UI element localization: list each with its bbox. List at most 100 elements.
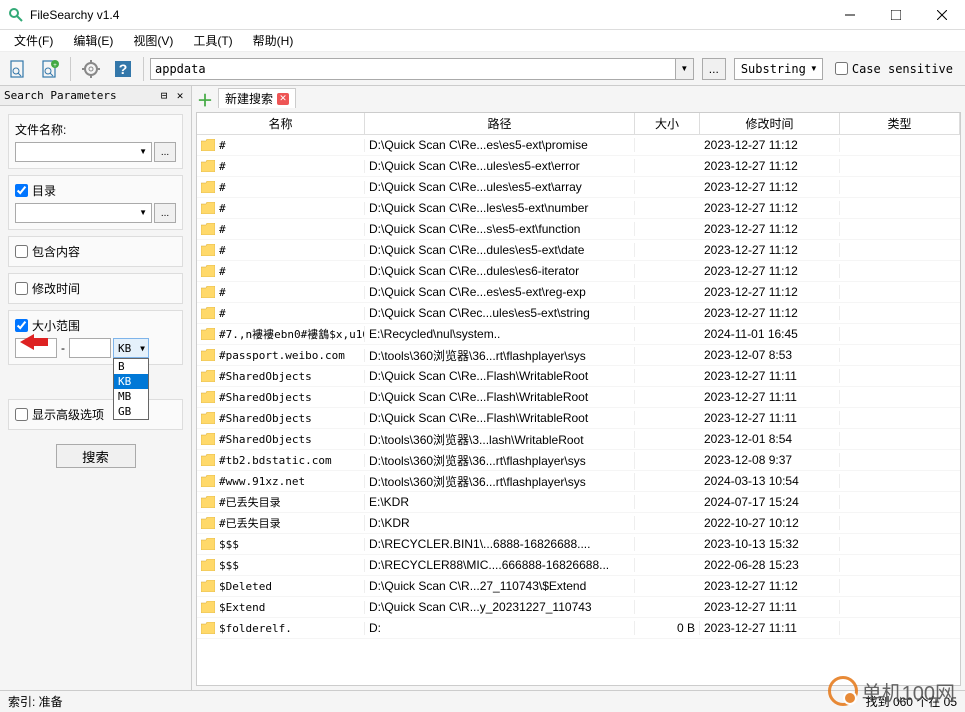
case-sensitive-checkbox[interactable]: Case sensitive: [835, 62, 953, 76]
table-row[interactable]: $DeletedD:\Quick Scan C\R...27_110743\$E…: [197, 576, 960, 597]
close-tab-icon[interactable]: ✕: [277, 93, 289, 105]
table-row[interactable]: #D:\Quick Scan C\Rec...ules\es5-ext\stri…: [197, 303, 960, 324]
table-row[interactable]: $ExtendD:\Quick Scan C\R...y_20231227_11…: [197, 597, 960, 618]
search-parameters-panel: Search Parameters ⊟ ✕ 文件名称: ... 目录: [0, 86, 192, 690]
filename-browse-button[interactable]: ...: [154, 142, 176, 162]
cell-date: 2023-12-27 11:11: [700, 411, 840, 425]
column-path[interactable]: 路径: [365, 113, 635, 134]
cell-date: 2023-12-27 11:11: [700, 390, 840, 404]
watermark: 单机100网: [828, 676, 955, 706]
unit-option-b[interactable]: B: [114, 359, 148, 374]
include-content-checkbox[interactable]: 包含内容: [15, 243, 176, 260]
close-button[interactable]: [919, 0, 965, 30]
directory-combo[interactable]: [15, 203, 152, 223]
filename-combo[interactable]: [15, 142, 152, 162]
menubar: 文件(F) 编辑(E) 视图(V) 工具(T) 帮助(H): [0, 30, 965, 52]
size-range-checkbox[interactable]: 大小范围: [15, 317, 176, 334]
svg-text:+: +: [53, 63, 57, 69]
cell-name: #: [197, 223, 365, 236]
cell-date: 2023-12-27 11:12: [700, 579, 840, 593]
table-row[interactable]: #D:\Quick Scan C\Re...les\es5-ext\number…: [197, 198, 960, 219]
column-type[interactable]: 类型: [840, 113, 960, 134]
table-row[interactable]: #tb2.bdstatic.comD:\tools\360浏览器\36...rt…: [197, 450, 960, 471]
table-row[interactable]: #D:\Quick Scan C\Re...dules\es5-ext\date…: [197, 240, 960, 261]
menu-tools[interactable]: 工具(T): [183, 30, 242, 51]
gear-icon-button[interactable]: [77, 55, 105, 83]
show-advanced-checkbox[interactable]: 显示高级选项: [15, 406, 176, 423]
cell-name: #7.,n褸褸ebn0#褸鵨$x,u16: [197, 326, 365, 342]
statusbar: 索引: 准备 找到 060 个在 05: [0, 690, 965, 712]
unit-option-kb[interactable]: KB: [114, 374, 148, 389]
help-icon-button[interactable]: ?: [109, 55, 137, 83]
table-row[interactable]: $folderelf.D:0 B2023-12-27 11:11: [197, 618, 960, 639]
table-body[interactable]: #D:\Quick Scan C\Re...es\es5-ext\promise…: [197, 135, 960, 685]
table-row[interactable]: $$$D:\RECYCLER.BIN1\...6888-16826688....…: [197, 534, 960, 555]
new-search-icon-button[interactable]: +: [36, 55, 64, 83]
table-row[interactable]: $$$D:\RECYCLER88\MIC....666888-16826688.…: [197, 555, 960, 576]
column-name[interactable]: 名称: [197, 113, 365, 134]
modify-time-checkbox[interactable]: 修改时间: [15, 280, 176, 297]
cell-path: D:\tools\360浏览器\36...rt\flashplayer\sys: [365, 347, 635, 364]
size-unit-select[interactable]: KB: [113, 338, 149, 358]
cell-path: D:\tools\360浏览器\3...lash\WritableRoot: [365, 431, 635, 448]
search-icon-button[interactable]: [4, 55, 32, 83]
table-row[interactable]: #passport.weibo.comD:\tools\360浏览器\36...…: [197, 345, 960, 366]
table-row[interactable]: #D:\Quick Scan C\Re...es\es5-ext\promise…: [197, 135, 960, 156]
close-panel-icon[interactable]: ✕: [173, 89, 187, 103]
search-options-button[interactable]: ...: [702, 58, 726, 80]
cell-path: D:\Quick Scan C\Re...s\es5-ext\function: [365, 222, 635, 236]
table-row[interactable]: #D:\Quick Scan C\Re...es\es5-ext\reg-exp…: [197, 282, 960, 303]
table-row[interactable]: #SharedObjectsD:\Quick Scan C\Re...Flash…: [197, 387, 960, 408]
table-row[interactable]: #SharedObjectsD:\Quick Scan C\Re...Flash…: [197, 408, 960, 429]
menu-file[interactable]: 文件(F): [4, 30, 63, 51]
table-row[interactable]: #SharedObjectsD:\tools\360浏览器\3...lash\W…: [197, 429, 960, 450]
directory-browse-button[interactable]: ...: [154, 203, 176, 223]
minimize-button[interactable]: [827, 0, 873, 30]
tab-new-search[interactable]: 新建搜索 ✕: [218, 88, 296, 108]
size-min-input[interactable]: [15, 338, 57, 358]
table-row[interactable]: #www.91xz.netD:\tools\360浏览器\36...rt\fla…: [197, 471, 960, 492]
menu-view[interactable]: 视图(V): [123, 30, 183, 51]
search-input[interactable]: [150, 58, 676, 80]
menu-help[interactable]: 帮助(H): [243, 30, 304, 51]
table-row[interactable]: #D:\Quick Scan C\Re...ules\es5-ext\array…: [197, 177, 960, 198]
column-date[interactable]: 修改时间: [700, 113, 840, 134]
maximize-button[interactable]: [873, 0, 919, 30]
cell-path: D:\Quick Scan C\Re...ules\es5-ext\array: [365, 180, 635, 194]
status-index: 索引: 准备: [8, 693, 866, 710]
cell-path: D:\Quick Scan C\Re...les\es5-ext\number: [365, 201, 635, 215]
table-row[interactable]: #D:\Quick Scan C\Re...dules\es6-iterator…: [197, 261, 960, 282]
search-button[interactable]: 搜索: [56, 444, 136, 468]
table-row[interactable]: #已丢失目录E:\KDR2024-07-17 15:24: [197, 492, 960, 513]
table-row[interactable]: #7.,n褸褸ebn0#褸鵨$x,u16E:\Recycled\nul\syst…: [197, 324, 960, 345]
size-max-input[interactable]: [69, 338, 111, 358]
directory-checkbox[interactable]: 目录: [15, 182, 176, 199]
cell-name: #: [197, 160, 365, 173]
unit-option-mb[interactable]: MB: [114, 389, 148, 404]
cell-name: #: [197, 181, 365, 194]
match-mode-select[interactable]: Substring: [734, 58, 823, 80]
unit-option-gb[interactable]: GB: [114, 404, 148, 419]
table-row[interactable]: #D:\Quick Scan C\Re...s\es5-ext\function…: [197, 219, 960, 240]
cell-name: #tb2.bdstatic.com: [197, 454, 365, 467]
menu-edit[interactable]: 编辑(E): [63, 30, 123, 51]
cell-name: #SharedObjects: [197, 412, 365, 425]
cell-name: $$$: [197, 559, 365, 572]
cell-path: D:\Quick Scan C\R...y_20231227_110743: [365, 600, 635, 614]
cell-name: #passport.weibo.com: [197, 349, 365, 362]
column-size[interactable]: 大小: [635, 113, 700, 134]
table-row[interactable]: #SharedObjectsD:\Quick Scan C\Re...Flash…: [197, 366, 960, 387]
table-row[interactable]: #D:\Quick Scan C\Re...ules\es5-ext\error…: [197, 156, 960, 177]
cell-name: #: [197, 202, 365, 215]
results-panel: ＋ 新建搜索 ✕ 名称 路径 大小 修改时间 类型 #D:\Quick Scan…: [192, 86, 965, 690]
pin-icon[interactable]: ⊟: [157, 89, 171, 103]
cell-date: 2024-07-17 15:24: [700, 495, 840, 509]
watermark-logo-icon: [828, 676, 858, 706]
cell-name: #已丢失目录: [197, 494, 365, 510]
table-row[interactable]: #已丢失目录D:\KDR2022-10-27 10:12: [197, 513, 960, 534]
add-tab-button[interactable]: ＋: [196, 90, 214, 108]
cell-date: 2023-12-27 11:12: [700, 201, 840, 215]
search-dropdown-button[interactable]: ▼: [676, 58, 694, 80]
filename-label: 文件名称:: [15, 121, 176, 138]
cell-name: $Extend: [197, 601, 365, 614]
